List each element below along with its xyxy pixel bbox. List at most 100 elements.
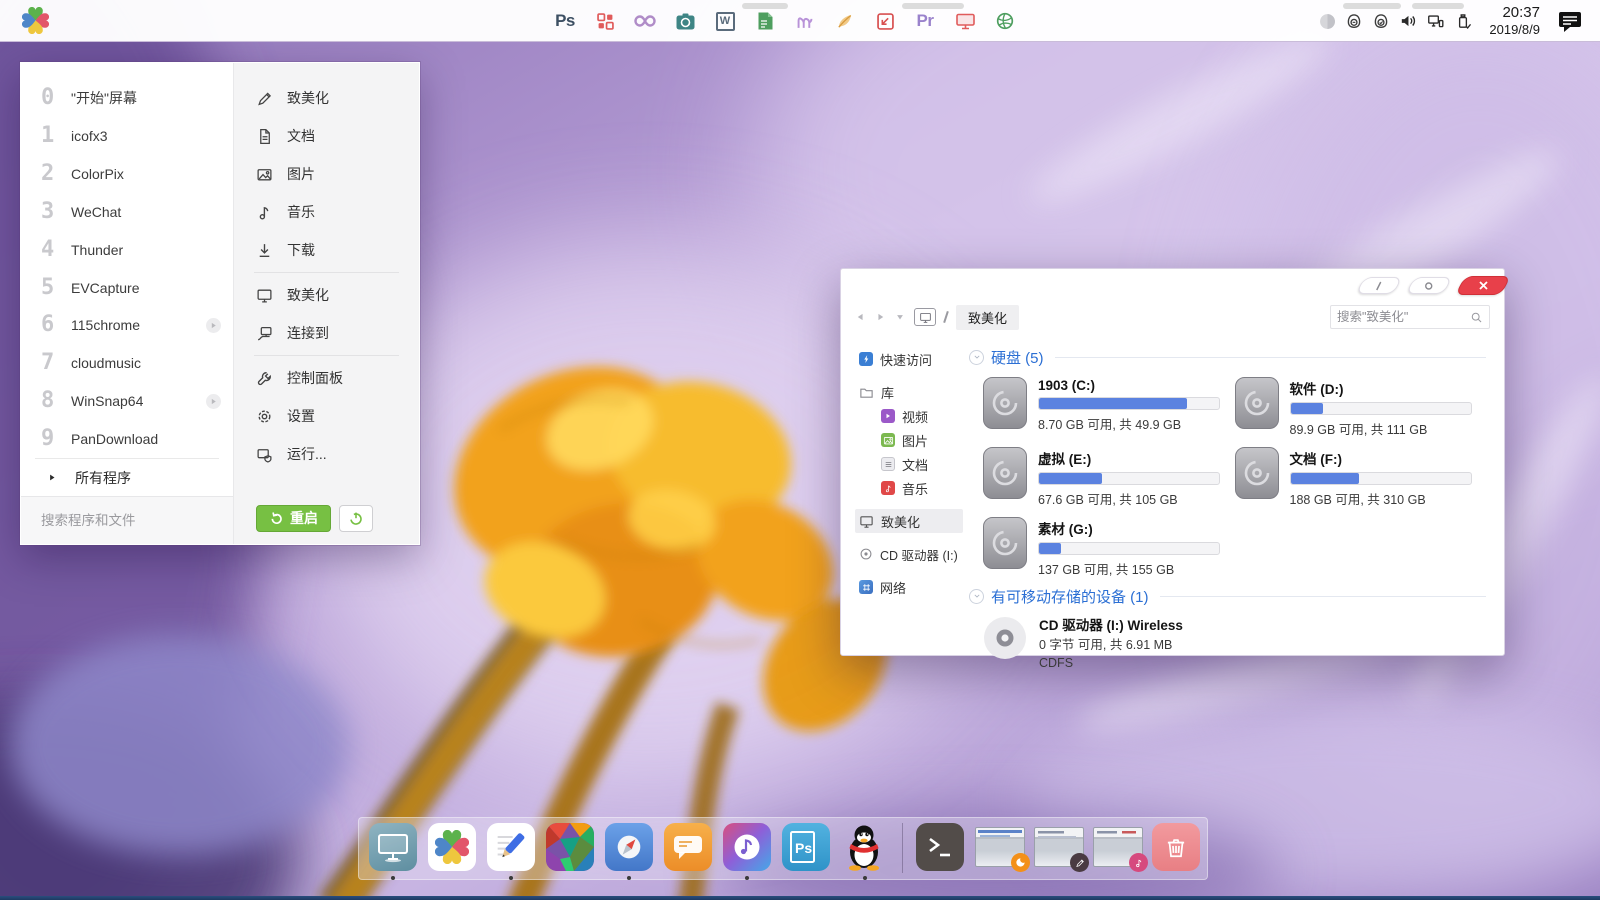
running-indicator-pill (902, 3, 964, 9)
place-computer-zhutix[interactable]: 致美化 (234, 276, 419, 314)
connect-icon (256, 325, 273, 342)
dock-photoshop[interactable]: Ps (782, 823, 830, 871)
dock-photos-mosaic[interactable] (546, 823, 594, 871)
tray-faded-app-icon[interactable] (1319, 13, 1336, 30)
start-item-evcapture[interactable]: 5 EVCapture (21, 269, 233, 307)
collapse-chevron-icon[interactable] (969, 589, 984, 604)
collapse-chevron-icon[interactable] (969, 350, 984, 365)
dock-terminal[interactable] (916, 823, 964, 871)
place-downloads[interactable]: 下载 (234, 231, 419, 269)
sidebar-videos[interactable]: 视频 (877, 404, 963, 428)
dock-window-preview-editor[interactable] (1034, 823, 1082, 871)
start-item-colorpix[interactable]: 2 ColorPix (21, 155, 233, 193)
start-menu-search-input[interactable] (41, 513, 218, 528)
place-music[interactable]: 音乐 (234, 193, 419, 231)
thumbnail-content (1094, 828, 1142, 842)
volume-icon[interactable] (1399, 12, 1417, 30)
sidebar-documents[interactable]: 文档 (877, 452, 963, 476)
camera-glyph (676, 13, 695, 30)
network-status-icon[interactable] (1426, 12, 1445, 30)
green-doc-glyph (758, 12, 773, 30)
dock-messages[interactable] (664, 823, 712, 871)
sidebar-music[interactable]: 音乐 (877, 476, 963, 500)
cd-disc-icon (983, 616, 1027, 660)
music-note-icon (730, 830, 764, 864)
dock-finder-computer[interactable] (369, 823, 417, 871)
cd-drive-item[interactable]: CD 驱动器 (I:) Wireless 0 字节 可用, 共 6.91 MB … (983, 616, 1486, 672)
dock-zhutix-clover[interactable] (428, 823, 476, 871)
place-connect-to[interactable]: 连接到 (234, 314, 419, 352)
start-item-wechat[interactable]: 3 WeChat (21, 193, 233, 231)
start-item-winsnap64[interactable]: 8 WinSnap64 (21, 382, 233, 420)
start-item-icofx3[interactable]: 1 icofx3 (21, 117, 233, 155)
photoshop-menubar-icon[interactable]: Ps (545, 0, 585, 42)
dock-window-preview-browser[interactable] (975, 823, 1023, 871)
sidebar-pictures[interactable]: 图片 (877, 428, 963, 452)
drive-f[interactable]: 文档 (F:) 188 GB 可用, 共 310 GB (1235, 447, 1487, 508)
this-pc-icon[interactable] (914, 308, 936, 326)
start-item-pandownload[interactable]: 9 PanDownload (21, 420, 233, 458)
drive-g[interactable]: 素材 (G:) 137 GB 可用, 共 155 GB (983, 517, 1235, 578)
maxthon-browser-icon[interactable] (785, 0, 825, 42)
drive-c[interactable]: 1903 (C:) 8.70 GB 可用, 共 49.9 GB (983, 377, 1235, 438)
dock-browser-compass[interactable] (605, 823, 653, 871)
all-programs-item[interactable]: 所有程序 (21, 459, 233, 496)
sidebar-quick-access[interactable]: 快速访问 (855, 347, 963, 371)
explorer-search-input[interactable] (1337, 310, 1466, 324)
feather-pen-icon[interactable] (825, 0, 865, 42)
breadcrumb-current[interactable]: 致美化 (956, 305, 1019, 330)
download-icon (256, 242, 273, 259)
dock-trash[interactable] (1152, 823, 1200, 871)
dock-text-editor[interactable] (487, 823, 535, 871)
layout-grid-icon[interactable] (585, 0, 625, 42)
forward-icon[interactable] (875, 311, 886, 323)
minimize-button[interactable] (1355, 277, 1402, 294)
start-item-cloudmusic[interactable]: 7 cloudmusic (21, 344, 233, 382)
sidebar-cd-drive[interactable]: CD 驱动器 (I:) (855, 542, 963, 566)
place-documents[interactable]: 文档 (234, 117, 419, 155)
videos-icon (881, 409, 895, 423)
dock-music[interactable] (723, 823, 771, 871)
picture-icon (256, 166, 273, 183)
screenshot-tool-icon[interactable] (865, 0, 905, 42)
place-settings[interactable]: 设置 (234, 397, 419, 435)
drive-e[interactable]: 虚拟 (E:) 67.6 GB 可用, 共 105 GB (983, 447, 1235, 508)
start-item-115chrome[interactable]: 6 115chrome (21, 307, 233, 345)
capacity-bar (1038, 397, 1220, 410)
close-button[interactable] (1455, 276, 1511, 295)
dock-qq[interactable] (841, 823, 889, 871)
monitor-icon (375, 830, 411, 864)
start-item-start-screen[interactable]: 0 "开始"屏幕 (21, 79, 233, 117)
start-logo[interactable] (0, 7, 70, 34)
restart-button[interactable]: 重启 (256, 505, 331, 532)
security-mascot-icon[interactable] (1345, 12, 1363, 30)
sidebar-network[interactable]: 网络 (855, 575, 963, 599)
network-globe-icon[interactable] (985, 0, 1025, 42)
place-run[interactable]: 运行... (234, 435, 419, 473)
word-app-icon[interactable]: W (705, 0, 745, 42)
note-glyph (884, 484, 893, 493)
power-icon (348, 510, 364, 526)
explorer-sidebar: 快速访问 库 视频 图片 文档 (841, 337, 963, 655)
sidebar-this-pc-zhutix[interactable]: 致美化 (855, 509, 963, 533)
place-zhutix-profile[interactable]: 致美化 (234, 79, 419, 117)
notification-center-icon[interactable] (1558, 10, 1582, 33)
maximize-button[interactable] (1405, 277, 1452, 294)
start-item-thunder[interactable]: 4 Thunder (21, 231, 233, 269)
camera-app-icon[interactable] (665, 0, 705, 42)
place-pictures[interactable]: 图片 (234, 155, 419, 193)
thumbnail-content (1035, 828, 1083, 842)
history-dropdown-icon[interactable] (895, 312, 905, 322)
usb-device-icon[interactable] (1454, 12, 1472, 30)
infinity-app-icon[interactable] (625, 0, 665, 42)
clock[interactable]: 20:37 2019/8/9 (1489, 4, 1540, 39)
sidebar-libraries[interactable]: 库 (855, 380, 963, 404)
dock-window-preview-music[interactable] (1093, 823, 1141, 871)
place-control-panel[interactable]: 控制面板 (234, 359, 419, 397)
capacity-bar (1290, 402, 1472, 415)
drive-d[interactable]: 软件 (D:) 89.9 GB 可用, 共 111 GB (1235, 377, 1487, 438)
power-button[interactable] (339, 505, 373, 532)
running-indicator-pill (1343, 3, 1401, 9)
security-mascot-check-icon[interactable] (1372, 12, 1390, 30)
back-icon[interactable] (855, 311, 866, 323)
